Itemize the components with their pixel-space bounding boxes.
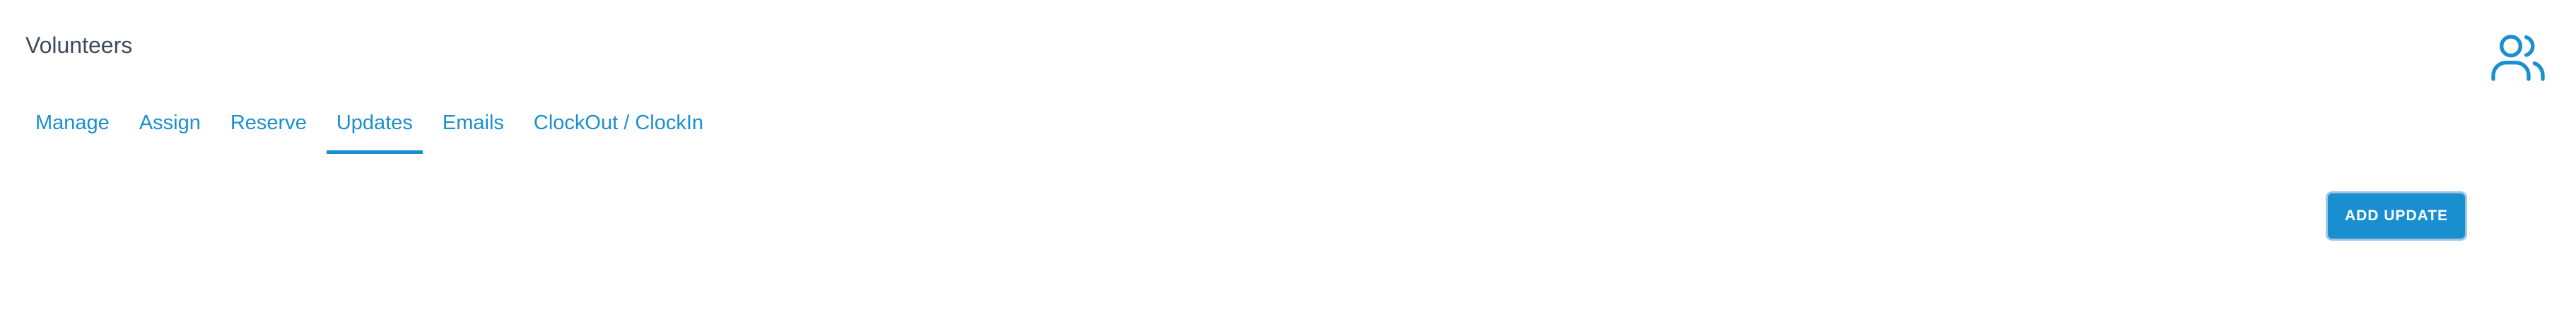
tab-updates[interactable]: Updates [326, 103, 423, 154]
tab-bar: Manage Assign Reserve Updates Emails Clo… [25, 103, 723, 154]
users-icon[interactable] [2490, 30, 2546, 86]
tab-clockout-clockin[interactable]: ClockOut / ClockIn [524, 103, 713, 154]
tab-assign[interactable]: Assign [129, 103, 211, 154]
add-update-button[interactable]: ADD UPDATE [2328, 193, 2465, 239]
volunteers-page: Volunteers Manage Assign Reserve Updates… [0, 0, 2576, 336]
tab-manage[interactable]: Manage [25, 103, 119, 154]
tab-emails[interactable]: Emails [433, 103, 514, 154]
tab-reserve[interactable]: Reserve [221, 103, 317, 154]
page-title: Volunteers [25, 32, 133, 58]
